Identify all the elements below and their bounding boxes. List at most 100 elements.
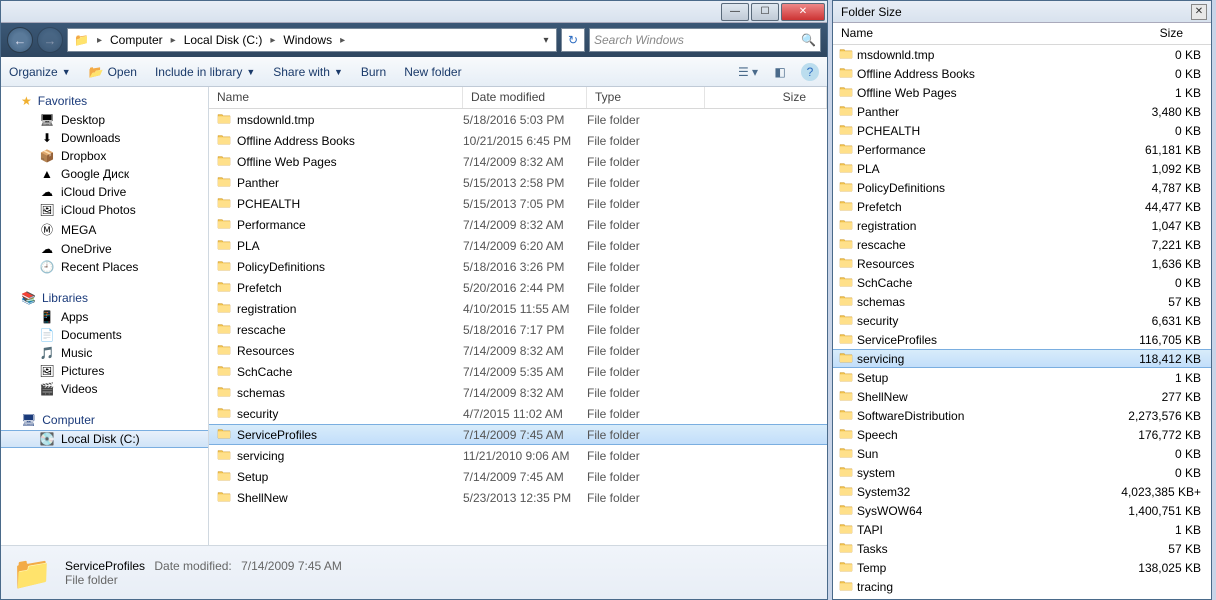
- file-row[interactable]: registration4/10/2015 11:55 AMFile folde…: [209, 298, 827, 319]
- folder-size-titlebar[interactable]: Folder Size ✕: [833, 1, 1211, 23]
- column-date[interactable]: Date modified: [463, 87, 587, 108]
- nav-item-downloads[interactable]: ⬇Downloads: [1, 129, 208, 147]
- nav-item-pictures[interactable]: 🖼Pictures: [1, 362, 208, 380]
- file-row[interactable]: ServiceProfiles7/14/2009 7:45 AMFile fol…: [209, 424, 827, 445]
- size-row[interactable]: Offline Web Pages1 KB: [833, 83, 1211, 102]
- size-row[interactable]: Prefetch44,477 KB: [833, 197, 1211, 216]
- file-row[interactable]: Offline Address Books10/21/2015 6:45 PMF…: [209, 130, 827, 151]
- organize-menu[interactable]: Organize▼: [9, 65, 71, 79]
- file-row[interactable]: PolicyDefinitions5/18/2016 3:26 PMFile f…: [209, 256, 827, 277]
- close-button[interactable]: ✕: [781, 3, 825, 21]
- nav-item-apps[interactable]: 📱Apps: [1, 308, 208, 326]
- open-button[interactable]: 📂Open: [89, 65, 137, 79]
- breadcrumb-local-disk[interactable]: Local Disk (C:): [180, 31, 267, 49]
- column-type[interactable]: Type: [587, 87, 705, 108]
- file-row[interactable]: Resources7/14/2009 8:32 AMFile folder: [209, 340, 827, 361]
- file-row[interactable]: SchCache7/14/2009 5:35 AMFile folder: [209, 361, 827, 382]
- nav-item-icloud-photos[interactable]: 🖼iCloud Photos: [1, 201, 208, 219]
- forward-button[interactable]: →: [37, 27, 63, 53]
- chevron-icon[interactable]: ▸: [169, 35, 178, 46]
- size-row[interactable]: TAPI1 KB: [833, 520, 1211, 539]
- titlebar[interactable]: — ☐ ✕: [1, 1, 827, 23]
- file-row[interactable]: msdownld.tmp5/18/2016 5:03 PMFile folder: [209, 109, 827, 130]
- burn-button[interactable]: Burn: [361, 65, 386, 79]
- favorites-header[interactable]: ★Favorites: [1, 91, 208, 111]
- view-options-button[interactable]: ☰ ▾: [737, 62, 759, 82]
- nav-item-local-disk-c-[interactable]: 💽Local Disk (C:): [1, 430, 208, 448]
- include-library-menu[interactable]: Include in library▼: [155, 65, 255, 79]
- close-button[interactable]: ✕: [1191, 4, 1207, 20]
- minimize-button[interactable]: —: [721, 3, 749, 21]
- file-rows[interactable]: msdownld.tmp5/18/2016 5:03 PMFile folder…: [209, 109, 827, 545]
- size-row[interactable]: Offline Address Books0 KB: [833, 64, 1211, 83]
- size-row[interactable]: PLA1,092 KB: [833, 159, 1211, 178]
- nav-item-dropbox[interactable]: 📦Dropbox: [1, 147, 208, 165]
- size-row[interactable]: system0 KB: [833, 463, 1211, 482]
- size-row[interactable]: SchCache0 KB: [833, 273, 1211, 292]
- back-button[interactable]: ←: [7, 27, 33, 53]
- file-row[interactable]: Performance7/14/2009 8:32 AMFile folder: [209, 214, 827, 235]
- file-row[interactable]: Prefetch5/20/2016 2:44 PMFile folder: [209, 277, 827, 298]
- file-row[interactable]: schemas7/14/2009 8:32 AMFile folder: [209, 382, 827, 403]
- file-row[interactable]: Offline Web Pages7/14/2009 8:32 AMFile f…: [209, 151, 827, 172]
- size-row[interactable]: PolicyDefinitions4,787 KB: [833, 178, 1211, 197]
- size-row[interactable]: Resources1,636 KB: [833, 254, 1211, 273]
- file-row[interactable]: PCHEALTH5/15/2013 7:05 PMFile folder: [209, 193, 827, 214]
- nav-item-documents[interactable]: 📄Documents: [1, 326, 208, 344]
- size-row[interactable]: rescache7,221 KB: [833, 235, 1211, 254]
- file-row[interactable]: Panther5/15/2013 2:58 PMFile folder: [209, 172, 827, 193]
- nav-item-videos[interactable]: 🎬Videos: [1, 380, 208, 398]
- computer-header[interactable]: 🖥Computer: [1, 410, 208, 430]
- nav-item-google-[interactable]: ▲Google Диск: [1, 165, 208, 183]
- size-row[interactable]: schemas57 KB: [833, 292, 1211, 311]
- nav-item-desktop[interactable]: 🖥Desktop: [1, 111, 208, 129]
- help-button[interactable]: ?: [801, 63, 819, 81]
- column-name[interactable]: Name: [209, 87, 463, 108]
- nav-item-icloud-drive[interactable]: ☁iCloud Drive: [1, 183, 208, 201]
- file-row[interactable]: rescache5/18/2016 7:17 PMFile folder: [209, 319, 827, 340]
- nav-item-music[interactable]: 🎵Music: [1, 344, 208, 362]
- size-row[interactable]: tracing: [833, 577, 1211, 596]
- nav-item-onedrive[interactable]: ☁OneDrive: [1, 240, 208, 258]
- file-row[interactable]: security4/7/2015 11:02 AMFile folder: [209, 403, 827, 424]
- size-row[interactable]: SysWOW641,400,751 KB: [833, 501, 1211, 520]
- file-row[interactable]: servicing11/21/2010 9:06 AMFile folder: [209, 445, 827, 466]
- size-row[interactable]: msdownld.tmp0 KB: [833, 45, 1211, 64]
- search-icon[interactable]: 🔍: [801, 33, 816, 47]
- size-row[interactable]: Setup1 KB: [833, 368, 1211, 387]
- size-row[interactable]: Sun0 KB: [833, 444, 1211, 463]
- libraries-header[interactable]: 📚Libraries: [1, 288, 208, 308]
- side-column-name[interactable]: Name: [833, 23, 1085, 44]
- size-row[interactable]: security6,631 KB: [833, 311, 1211, 330]
- maximize-button[interactable]: ☐: [751, 3, 779, 21]
- size-row[interactable]: Panther3,480 KB: [833, 102, 1211, 121]
- size-row[interactable]: Speech176,772 KB: [833, 425, 1211, 444]
- breadcrumb-windows[interactable]: Windows: [279, 31, 336, 49]
- share-menu[interactable]: Share with▼: [273, 65, 343, 79]
- chevron-icon[interactable]: ▸: [338, 35, 347, 46]
- address-bar[interactable]: 📁 ▸ Computer ▸ Local Disk (C:) ▸ Windows…: [67, 28, 557, 52]
- size-row[interactable]: registration1,047 KB: [833, 216, 1211, 235]
- file-row[interactable]: PLA7/14/2009 6:20 AMFile folder: [209, 235, 827, 256]
- refresh-button[interactable]: ↻: [561, 28, 585, 52]
- file-row[interactable]: Setup7/14/2009 7:45 AMFile folder: [209, 466, 827, 487]
- side-column-size[interactable]: Size: [1085, 23, 1195, 44]
- chevron-icon[interactable]: ▸: [95, 35, 104, 46]
- new-folder-button[interactable]: New folder: [404, 65, 461, 79]
- breadcrumb-computer[interactable]: Computer: [106, 31, 167, 49]
- size-row[interactable]: SoftwareDistribution2,273,576 KB: [833, 406, 1211, 425]
- side-rows[interactable]: msdownld.tmp0 KBOffline Address Books0 K…: [833, 45, 1211, 599]
- size-row[interactable]: ShellNew277 KB: [833, 387, 1211, 406]
- column-size[interactable]: Size: [705, 87, 827, 108]
- size-row[interactable]: ServiceProfiles116,705 KB: [833, 330, 1211, 349]
- file-row[interactable]: ShellNew5/23/2013 12:35 PMFile folder: [209, 487, 827, 508]
- chevron-icon[interactable]: ▸: [268, 35, 277, 46]
- search-input[interactable]: Search Windows 🔍: [589, 28, 821, 52]
- address-dropdown[interactable]: ▾: [538, 35, 554, 46]
- size-row[interactable]: System324,023,385 KB+: [833, 482, 1211, 501]
- navigation-pane[interactable]: ★Favorites 🖥Desktop⬇Downloads📦Dropbox▲Go…: [1, 87, 209, 545]
- size-row[interactable]: PCHEALTH0 KB: [833, 121, 1211, 140]
- size-row[interactable]: Performance61,181 KB: [833, 140, 1211, 159]
- size-row[interactable]: Temp138,025 KB: [833, 558, 1211, 577]
- size-row[interactable]: Tasks57 KB: [833, 539, 1211, 558]
